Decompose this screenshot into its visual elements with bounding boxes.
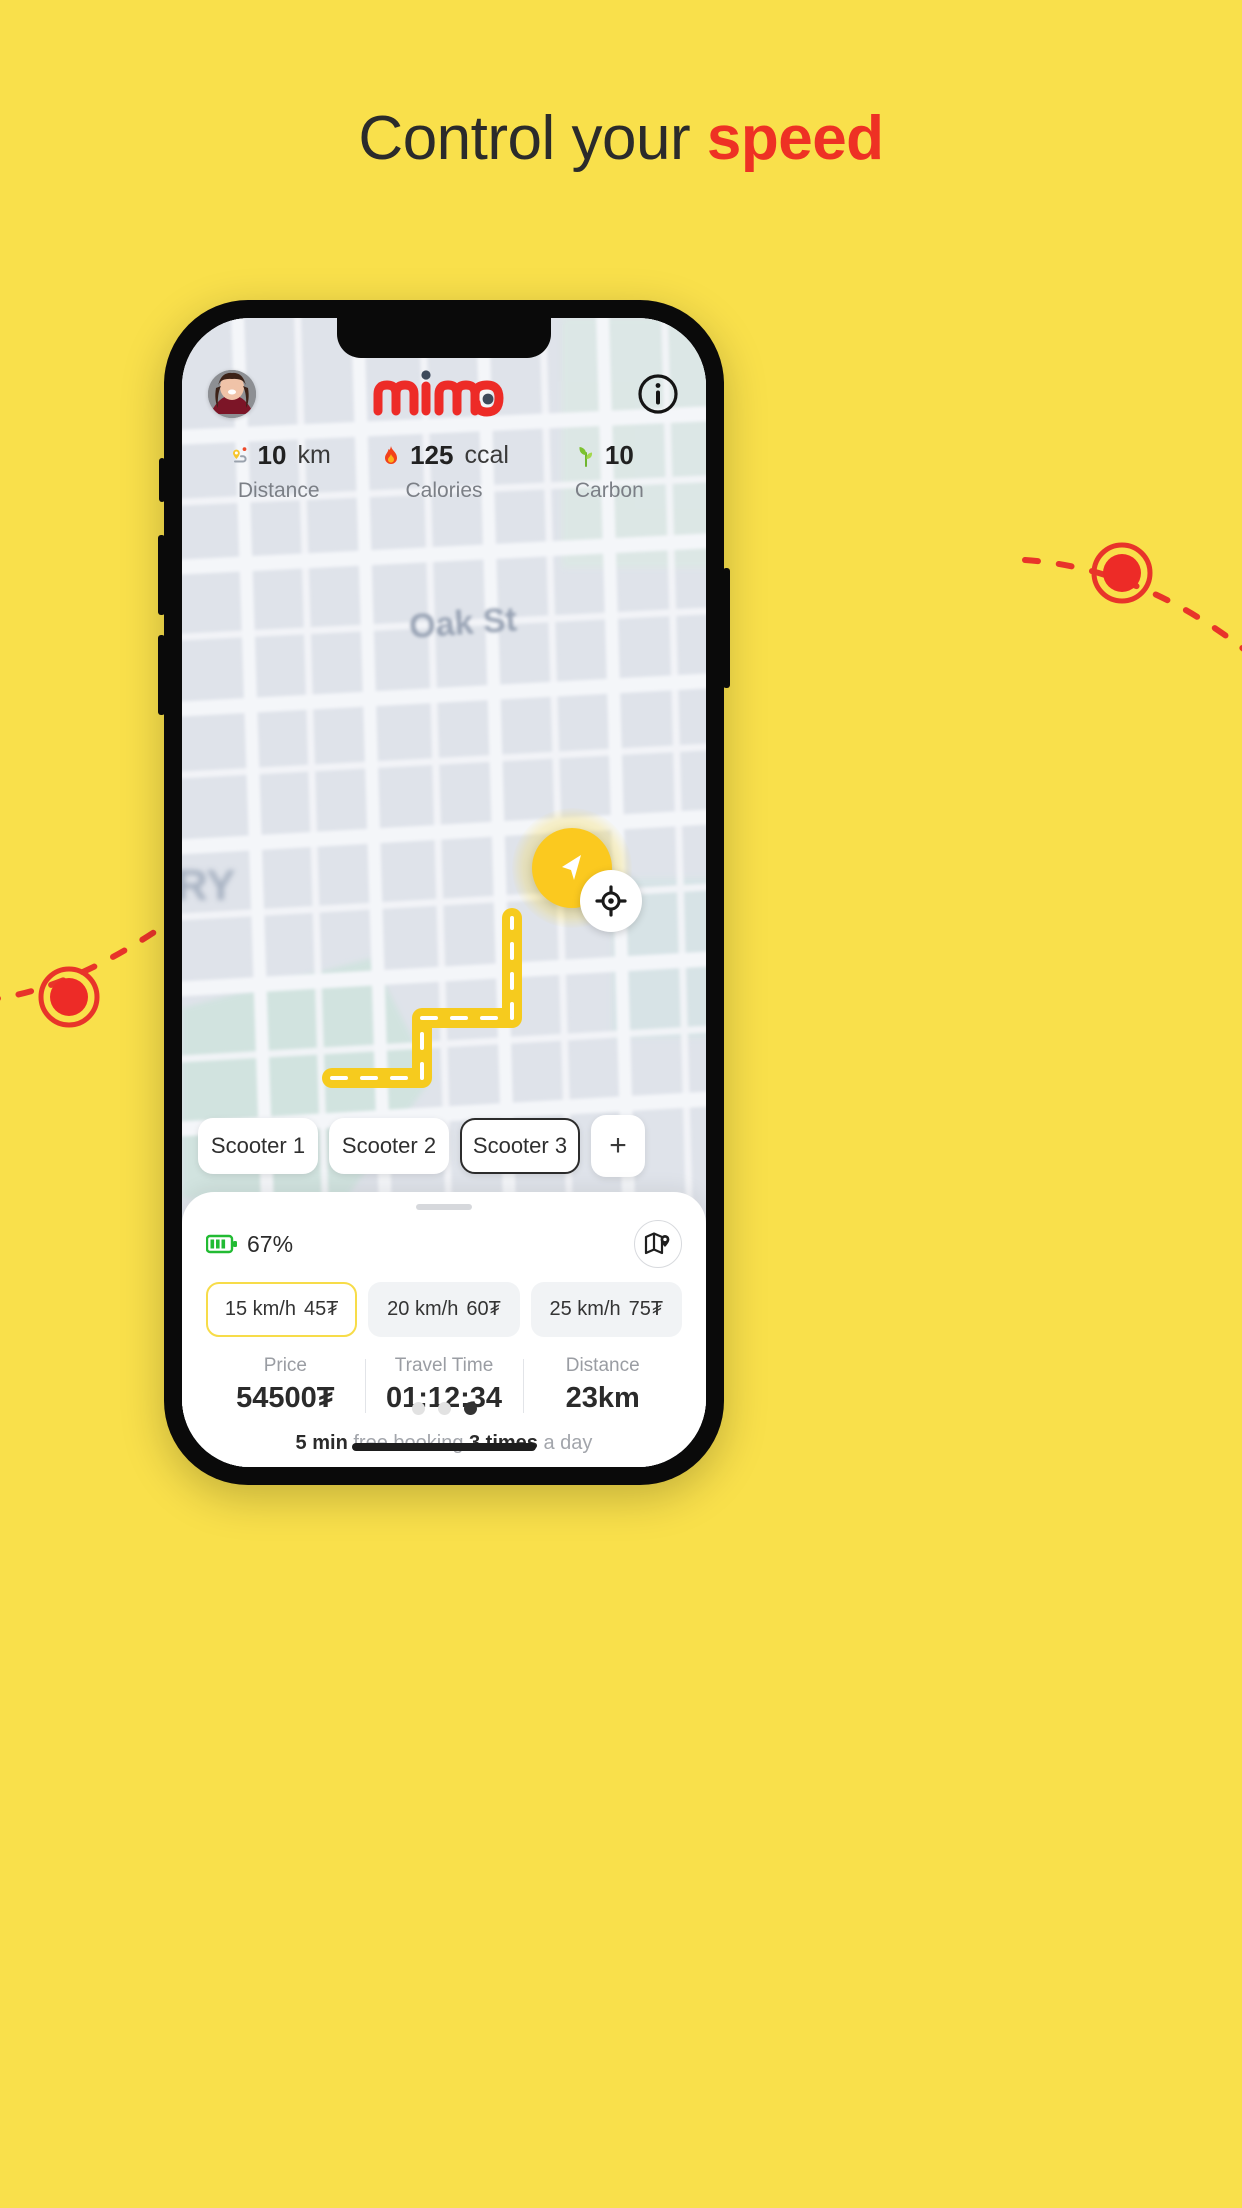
ride-stats: 10 km Distance 125 ccal Calories 10 Carb… <box>182 440 706 503</box>
stat-distance-label: Distance <box>237 479 320 502</box>
carousel-dots <box>182 1402 706 1415</box>
stat-calories-label: Calories <box>405 479 483 502</box>
page-title: Control your speed <box>0 103 1242 174</box>
speed-option-25-price: 75₮ <box>628 1298 664 1320</box>
stat-calories-value: 125 <box>410 440 454 470</box>
metric-travel-time-label: Travel Time <box>394 1355 494 1376</box>
speed-option-25-speed: 25 km/h <box>549 1298 621 1320</box>
stat-distance-value: 10 <box>257 440 287 470</box>
phone-notch <box>337 318 551 358</box>
locate-me-icon <box>595 885 627 917</box>
decor-dotted-line-right <box>1020 520 1242 680</box>
speed-option-20-speed: 20 km/h <box>387 1298 459 1320</box>
speed-option-15-speed: 15 km/h <box>224 1298 296 1320</box>
speed-option-15[interactable]: 15 km/h 45₮ <box>206 1282 358 1337</box>
svg-text:Oak St: Oak St <box>408 601 518 646</box>
carousel-dot-1[interactable] <box>411 1402 425 1415</box>
scooter-tab-3-label: Scooter 3 <box>472 1133 568 1158</box>
app-logo <box>371 370 521 418</box>
scooter-tab-3[interactable]: Scooter 3 <box>460 1118 580 1174</box>
stat-carbon-value: 10 <box>604 440 634 470</box>
home-indicator <box>352 1443 536 1451</box>
map-pin-icon <box>644 1232 670 1255</box>
phone-volume-down-button <box>158 635 165 715</box>
sheet-top-row: 67% <box>206 1220 682 1268</box>
stat-calories: 125 ccal Calories <box>361 440 526 503</box>
map-view-button[interactable] <box>634 1220 682 1268</box>
phone-screen: Oak St RY 10 km Distance 125 ccal Calori… <box>182 318 706 1467</box>
scooter-tab-1-label: Scooter 1 <box>210 1133 306 1158</box>
bottom-sheet: 67% 15 km/h 45₮ 20 km/h 60₮ 25 km/h 75₮ … <box>182 1192 706 1467</box>
route-pin-icon <box>232 446 247 462</box>
stat-distance: 10 km Distance <box>196 440 361 503</box>
speed-option-15-price: 45₮ <box>304 1298 339 1320</box>
stat-carbon: 10 Carbon <box>527 440 692 503</box>
scooter-tab-2[interactable]: Scooter 2 <box>329 1118 449 1174</box>
info-button[interactable] <box>636 372 680 416</box>
speed-option-20[interactable]: 20 km/h 60₮ <box>368 1282 520 1337</box>
page-title-prefix: Control your <box>358 104 691 173</box>
scooter-tab-list: Scooter 1 Scooter 2 Scooter 3 + <box>182 1115 706 1177</box>
free-booking-text-2: a day <box>543 1432 593 1454</box>
phone-power-button <box>723 568 730 688</box>
battery-status: 67% <box>206 1231 293 1258</box>
speed-option-20-price: 60₮ <box>466 1298 501 1320</box>
add-scooter-label: + <box>609 1129 627 1162</box>
carousel-dot-2[interactable] <box>437 1402 451 1415</box>
phone-mockup: Oak St RY 10 km Distance 125 ccal Calori… <box>158 300 730 1485</box>
flame-icon <box>385 445 398 464</box>
battery-percent: 67% <box>247 1230 294 1257</box>
phone-mute-switch <box>159 458 165 502</box>
battery-icon <box>206 1234 237 1254</box>
phone-volume-up-button <box>158 535 165 615</box>
info-icon <box>638 374 678 414</box>
stat-calories-unit: ccal <box>464 441 509 469</box>
app-header <box>182 360 706 428</box>
speed-option-25[interactable]: 25 km/h 75₮ <box>530 1282 682 1337</box>
sheet-drag-handle[interactable] <box>416 1204 472 1210</box>
stat-carbon-label: Carbon <box>574 479 644 502</box>
svg-text:RY: RY <box>182 861 236 910</box>
leaf-icon <box>579 446 592 467</box>
scooter-tab-2-label: Scooter 2 <box>341 1133 437 1158</box>
metric-price-label: Price <box>263 1355 307 1376</box>
free-booking-minutes: 5 min <box>295 1432 348 1454</box>
speed-option-list: 15 km/h 45₮ 20 km/h 60₮ 25 km/h 75₮ <box>206 1282 682 1337</box>
stat-distance-unit: km <box>297 441 331 469</box>
scooter-tab-1[interactable]: Scooter 1 <box>198 1118 318 1174</box>
carousel-dot-3[interactable] <box>463 1402 477 1415</box>
page-title-accent: speed <box>706 104 884 173</box>
metric-distance-label: Distance <box>565 1355 640 1376</box>
locate-me-button[interactable] <box>580 870 642 932</box>
add-scooter-button[interactable]: + <box>591 1115 645 1177</box>
avatar[interactable] <box>208 370 256 418</box>
